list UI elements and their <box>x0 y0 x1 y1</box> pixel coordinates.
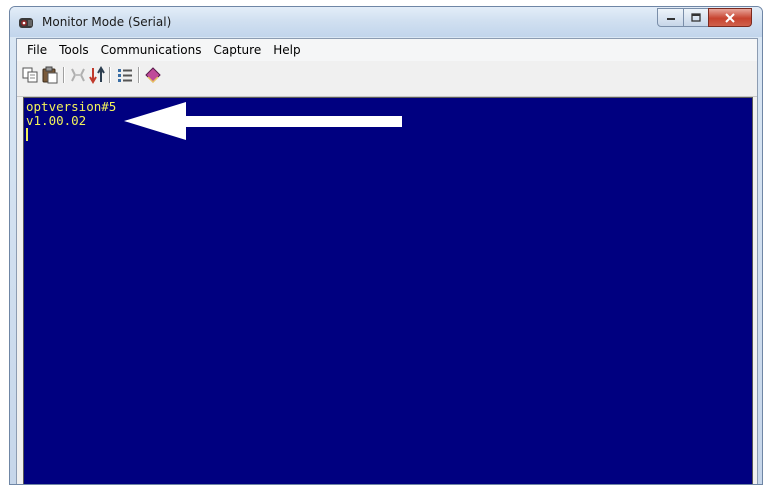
close-icon <box>725 12 735 23</box>
toolbar-separator <box>63 67 65 83</box>
menu-tools[interactable]: Tools <box>53 41 95 59</box>
toolbar-separator <box>109 67 111 83</box>
window-title: Monitor Mode (Serial) <box>42 15 172 29</box>
app-icon <box>19 18 33 28</box>
menu-communications[interactable]: Communications <box>95 41 208 59</box>
menu-file[interactable]: File <box>21 41 53 59</box>
terminal-output[interactable]: optversion#5 v1.00.02 <box>23 97 753 484</box>
connect-icon[interactable] <box>88 66 106 84</box>
close-button[interactable] <box>708 8 752 27</box>
copy-icon[interactable] <box>21 66 39 84</box>
title-bar[interactable]: Monitor Mode (Serial) <box>10 7 762 37</box>
minimize-button[interactable] <box>657 8 684 27</box>
menu-capture[interactable]: Capture <box>208 41 268 59</box>
maximize-button[interactable] <box>683 8 709 27</box>
annotation-arrow <box>124 102 402 140</box>
settings-list-icon[interactable] <box>116 66 134 84</box>
toolbar-separator <box>138 67 140 83</box>
minimize-icon <box>666 17 675 20</box>
maximize-icon <box>691 13 701 22</box>
paste-icon[interactable] <box>41 66 59 84</box>
toolbar <box>17 61 757 97</box>
menu-help[interactable]: Help <box>267 41 306 59</box>
app-window: Monitor Mode (Serial) File Tools Communi… <box>9 6 763 485</box>
disconnect-icon[interactable] <box>69 66 87 84</box>
text-cursor <box>26 128 28 141</box>
menu-bar: File Tools Communications Capture Help <box>17 39 757 61</box>
book-icon[interactable] <box>144 66 162 84</box>
